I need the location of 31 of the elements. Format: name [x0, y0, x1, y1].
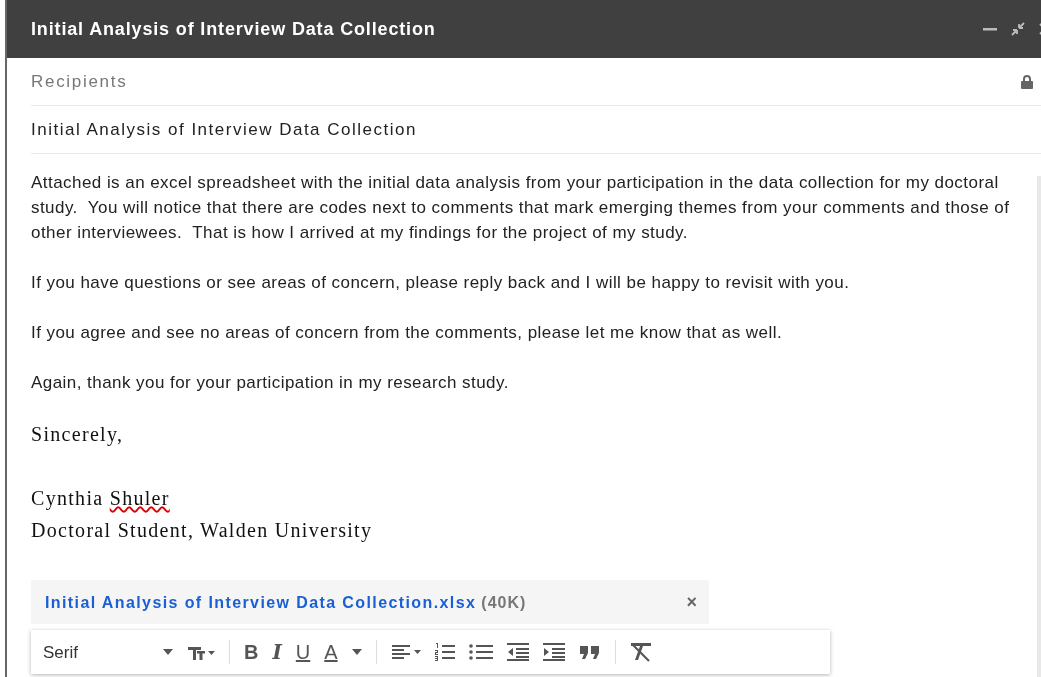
- attachment-link[interactable]: Initial Analysis of Interview Data Collection.xlsx: [45, 589, 477, 615]
- caret-icon[interactable]: [351, 649, 362, 655]
- indent-more-icon[interactable]: [542, 643, 565, 661]
- align-icon[interactable]: [390, 643, 421, 661]
- exit-fullscreen-icon[interactable]: [1011, 22, 1025, 36]
- indent-less-icon[interactable]: [506, 643, 529, 661]
- format-button[interactable]: B: [244, 639, 259, 665]
- message-paragraph: Again, thank you for your participation in my research study.: [31, 372, 510, 394]
- format-button[interactable]: U: [295, 639, 311, 665]
- format-button[interactable]: I: [272, 639, 282, 665]
- remove-attachment-button[interactable]: ×: [686, 591, 697, 613]
- bulleted-list-icon[interactable]: [468, 643, 493, 661]
- font-dropdown[interactable]: Serif: [43, 639, 173, 665]
- signature-line: Doctoral Student, Walden University: [31, 518, 374, 544]
- message-paragraph: Attached is an excel spreadsheet with the initial data analysis from your participation in the data collection for my doctoral study. You will notice that there are codes next to comments that mark emerging themes from your comments and those of other interviewees. That is how I arrived at my findings for the project of my study.: [31, 172, 1011, 244]
- clear-format-icon[interactable]: [629, 642, 652, 662]
- attachment-size: (40K): [481, 592, 528, 613]
- caret-icon[interactable]: [163, 649, 173, 655]
- message-paragraph: If you have questions or see areas of concern, please reply back and I will be happy to revisit with you.: [31, 272, 851, 294]
- numbered-list-icon[interactable]: [434, 642, 455, 662]
- closing-text: Sincerely,: [31, 422, 125, 448]
- signature-line: Cynthia Shuler: [31, 486, 171, 512]
- message-paragraph: If you agree and see no areas of concern from the comments, please let me know that as well.: [31, 322, 784, 344]
- quote-icon[interactable]: [578, 645, 601, 659]
- recipients-field[interactable]: Recipients: [31, 71, 1021, 92]
- attachment-chip[interactable]: Initial Analysis of Interview Data Collection.xlsx (40K) ×: [31, 580, 709, 624]
- format-button[interactable]: A: [324, 639, 338, 665]
- subject-field[interactable]: Initial Analysis of Interview Data Collection: [31, 119, 417, 140]
- lock-icon: [1021, 74, 1033, 89]
- minimize-icon[interactable]: [983, 27, 997, 31]
- window-title: Initial Analysis of Interview Data Collection: [31, 18, 437, 40]
